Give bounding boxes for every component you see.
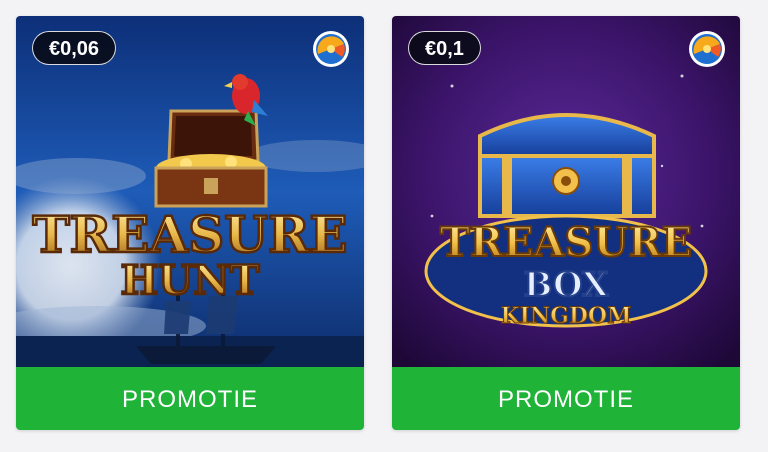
promotie-button[interactable]: PROMOTIE: [392, 367, 740, 430]
provider-logo-icon: [313, 31, 349, 67]
game-title-line-3: KINGDOM: [501, 303, 632, 329]
treasure-hunt-artwork: TREASURE HUNT: [16, 16, 364, 367]
game-title-line-2: HUNT: [120, 257, 259, 304]
game-card-treasure-box-kingdom[interactable]: TREASURE BOX KINGDOM €0,1 PROMOTIE: [392, 16, 740, 430]
bet-price-badge: €0,1: [408, 31, 481, 65]
game-thumbnail[interactable]: TREASURE HUNT: [16, 16, 364, 367]
bet-price-badge: €0,06: [32, 31, 117, 65]
game-card-treasure-hunt[interactable]: TREASURE HUNT €0,06 PROMOTIE: [16, 16, 364, 430]
game-thumbnail[interactable]: TREASURE BOX KINGDOM: [392, 16, 740, 367]
game-title-line-2: BOX: [524, 265, 609, 305]
game-title-line-1: TREASURE: [32, 205, 347, 264]
treasure-box-kingdom-artwork: TREASURE BOX KINGDOM: [392, 16, 740, 367]
game-title-line-1: TREASURE: [440, 219, 692, 266]
provider-logo-icon: [689, 31, 725, 67]
promotie-button[interactable]: PROMOTIE: [16, 367, 364, 430]
